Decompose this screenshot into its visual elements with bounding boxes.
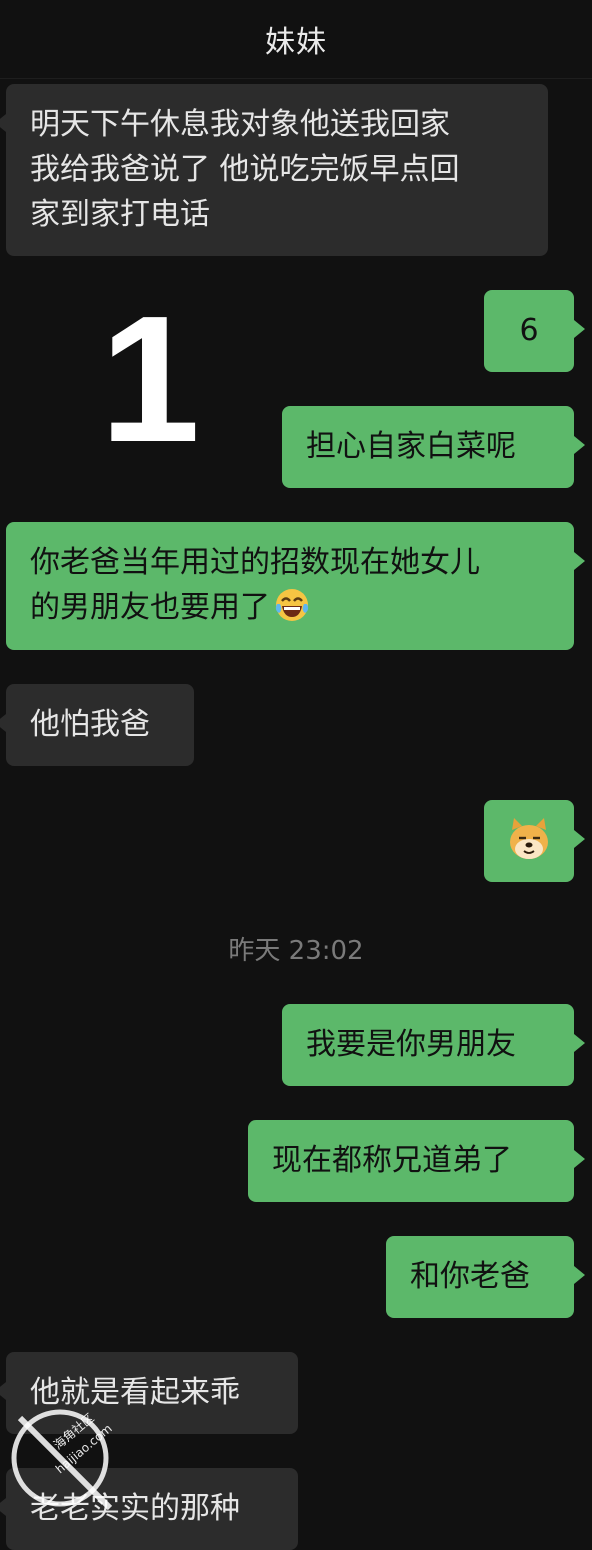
watermark-logo: 海角社区 haijiao.com	[11, 1409, 115, 1511]
message-incoming[interactable]: 明天下午休息我对象他送我回家 我给我爸说了 他说吃完饭早点回 家到家打电话	[0, 84, 548, 256]
message-outgoing[interactable]: 担心自家白菜呢	[282, 406, 585, 488]
message-outgoing-sticker[interactable]	[484, 800, 585, 882]
timestamp: 昨天 23:02	[228, 936, 364, 966]
message-outgoing[interactable]: 和你老爸	[386, 1236, 585, 1318]
message-outgoing[interactable]: 我要是你男朋友	[282, 1004, 585, 1086]
doge-emoji	[510, 818, 548, 859]
message-outgoing[interactable]: 现在都称兄道弟了	[248, 1120, 585, 1202]
message-text: 6	[519, 313, 539, 348]
message-incoming[interactable]: 他怕我爸	[0, 684, 194, 766]
message-outgoing[interactable]: 你老爸当年用过的招数现在她女儿 的男朋友也要用了	[6, 522, 585, 650]
message-text: 现在都称兄道弟了	[272, 1143, 512, 1178]
message-text: 担心自家白菜呢	[306, 429, 516, 464]
message-text: 我要是你男朋友	[306, 1027, 516, 1062]
laugh-cry-emoji	[275, 589, 309, 621]
message-text: 和你老爸	[410, 1259, 530, 1294]
message-text: 你老爸当年用过的招数现在她女儿 的男朋友也要用了	[30, 545, 480, 625]
overlay-number: 1	[100, 279, 201, 480]
message-text: 他怕我爸	[30, 707, 150, 742]
chat-header: 妹妹	[0, 0, 592, 79]
message-outgoing[interactable]: 6	[484, 290, 585, 372]
contact-name[interactable]: 妹妹	[265, 17, 327, 61]
message-text: 明天下午休息我对象他送我回家 我给我爸说了 他说吃完饭早点回 家到家打电话	[30, 107, 460, 232]
